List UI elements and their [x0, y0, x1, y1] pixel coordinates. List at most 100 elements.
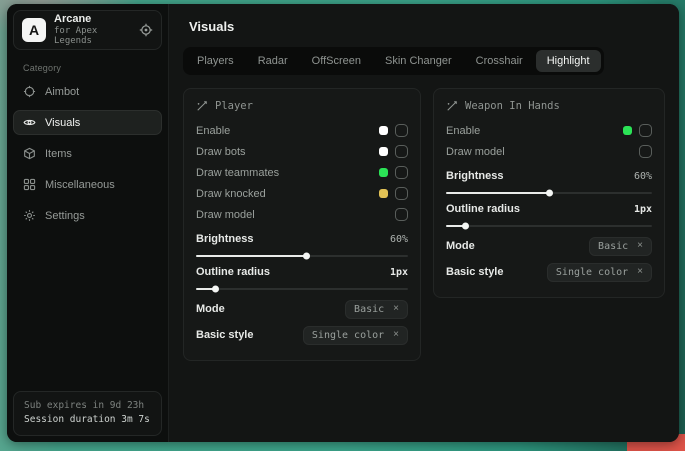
mode-setting-row: Mode Basic ×	[196, 296, 408, 322]
setting-label: Basic style	[196, 329, 253, 341]
checkbox[interactable]	[639, 124, 652, 137]
checkbox[interactable]	[395, 145, 408, 158]
chip-remove-icon[interactable]: ×	[637, 267, 643, 277]
chip-remove-icon[interactable]: ×	[393, 304, 399, 314]
tab-players[interactable]: Players	[186, 50, 245, 72]
chip-remove-icon[interactable]: ×	[393, 330, 399, 340]
visuals-tabbar: Players Radar OffScreen Skin Changer Cro…	[183, 47, 604, 75]
color-swatch[interactable]	[623, 126, 632, 135]
checkbox[interactable]	[395, 124, 408, 137]
grid-icon	[23, 178, 36, 191]
chip-remove-icon[interactable]: ×	[637, 241, 643, 251]
tab-crosshair[interactable]: Crosshair	[465, 50, 534, 72]
sidebar-item-label: Miscellaneous	[45, 179, 115, 191]
sidebar-item-items[interactable]: Items	[13, 141, 162, 166]
setting-label: Mode	[196, 303, 225, 315]
slider-track[interactable]	[196, 288, 408, 290]
checkbox[interactable]	[395, 187, 408, 200]
setting-label: Basic style	[446, 266, 503, 278]
sidebar-item-label: Items	[45, 148, 72, 160]
sidebar-item-miscellaneous[interactable]: Miscellaneous	[13, 172, 162, 197]
basic-style-chip[interactable]: Single color ×	[303, 326, 408, 345]
toggle-row-enable: Enable	[446, 120, 652, 141]
chip-value: Single color	[312, 330, 384, 341]
panel-title: Weapon In Hands	[465, 100, 560, 112]
outline-radius-slider: Outline radius 1px	[196, 263, 408, 290]
color-swatch[interactable]	[379, 189, 388, 198]
app-subtitle: for Apex Legends	[54, 26, 131, 47]
tab-highlight[interactable]: Highlight	[536, 50, 601, 72]
basic-style-chip[interactable]: Single color ×	[547, 263, 652, 282]
slider-value: 1px	[634, 204, 652, 215]
slider-label: Outline radius	[196, 266, 270, 278]
checkbox[interactable]	[395, 166, 408, 179]
crosshair-icon[interactable]	[139, 23, 153, 37]
sidebar-item-visuals[interactable]: Visuals	[13, 110, 162, 135]
chip-value: Basic	[598, 241, 628, 252]
slider-thumb[interactable]	[212, 286, 219, 293]
wand-icon	[196, 100, 208, 112]
toggle-row-draw-model: Draw model	[446, 141, 652, 162]
slider-value: 1px	[390, 267, 408, 278]
toggle-label: Draw model	[446, 146, 505, 158]
basic-style-setting-row: Basic style Single color ×	[446, 259, 652, 285]
sidebar-item-settings[interactable]: Settings	[13, 203, 162, 228]
chip-value: Single color	[556, 267, 628, 278]
slider-label: Brightness	[446, 170, 503, 182]
slider-label: Brightness	[196, 233, 253, 245]
toggle-label: Draw knocked	[196, 188, 266, 200]
color-swatch[interactable]	[379, 126, 388, 135]
app-logo: A	[22, 18, 46, 42]
sidebar-item-label: Aimbot	[45, 86, 79, 98]
slider-label: Outline radius	[446, 203, 520, 215]
toggle-row-draw-knocked: Draw knocked	[196, 183, 408, 204]
slider-thumb[interactable]	[546, 190, 553, 197]
toggle-label: Enable	[446, 125, 480, 137]
toggle-row-draw-bots: Draw bots	[196, 141, 408, 162]
sidebar-item-label: Visuals	[45, 117, 80, 129]
slider-fill	[196, 255, 306, 257]
brightness-slider: Brightness 60%	[196, 230, 408, 257]
page-title: Visuals	[189, 19, 665, 34]
slider-fill	[196, 288, 215, 290]
session-duration-text: Session duration 3m 7s	[24, 413, 151, 428]
checkbox[interactable]	[395, 208, 408, 221]
slider-value: 60%	[634, 171, 652, 182]
outline-radius-slider: Outline radius 1px	[446, 200, 652, 227]
slider-thumb[interactable]	[303, 253, 310, 260]
box-icon	[23, 147, 36, 160]
slider-fill	[446, 192, 549, 194]
toggle-label: Draw teammates	[196, 167, 279, 179]
mode-chip[interactable]: Basic ×	[589, 237, 652, 256]
player-panel: Player Enable Draw bots	[183, 88, 421, 361]
tab-skin-changer[interactable]: Skin Changer	[374, 50, 463, 72]
toggle-row-enable: Enable	[196, 120, 408, 141]
slider-track[interactable]	[446, 225, 652, 227]
category-section-label: Category	[23, 63, 162, 73]
mode-chip[interactable]: Basic ×	[345, 300, 408, 319]
color-swatch[interactable]	[379, 168, 388, 177]
toggle-row-draw-model: Draw model	[196, 204, 408, 225]
color-swatch[interactable]	[379, 147, 388, 156]
slider-track[interactable]	[196, 255, 408, 257]
app-title: Arcane	[54, 13, 131, 26]
slider-track[interactable]	[446, 192, 652, 194]
tab-radar[interactable]: Radar	[247, 50, 299, 72]
toggle-row-draw-teammates: Draw teammates	[196, 162, 408, 183]
mode-setting-row: Mode Basic ×	[446, 233, 652, 259]
chip-value: Basic	[354, 304, 384, 315]
eye-icon	[23, 116, 36, 129]
checkbox[interactable]	[639, 145, 652, 158]
tab-offscreen[interactable]: OffScreen	[301, 50, 372, 72]
sub-expires-text: Sub expires in 9d 23h	[24, 399, 151, 414]
sidebar-nav: Aimbot Visuals Items	[13, 79, 162, 228]
toggle-label: Enable	[196, 125, 230, 137]
slider-fill	[446, 225, 465, 227]
panel-title: Player	[215, 100, 253, 112]
slider-thumb[interactable]	[462, 223, 469, 230]
sidebar-item-label: Settings	[45, 210, 85, 222]
sidebar-item-aimbot[interactable]: Aimbot	[13, 79, 162, 104]
reticle-icon	[23, 85, 36, 98]
gear-icon	[23, 209, 36, 222]
toggle-label: Draw model	[196, 209, 255, 221]
